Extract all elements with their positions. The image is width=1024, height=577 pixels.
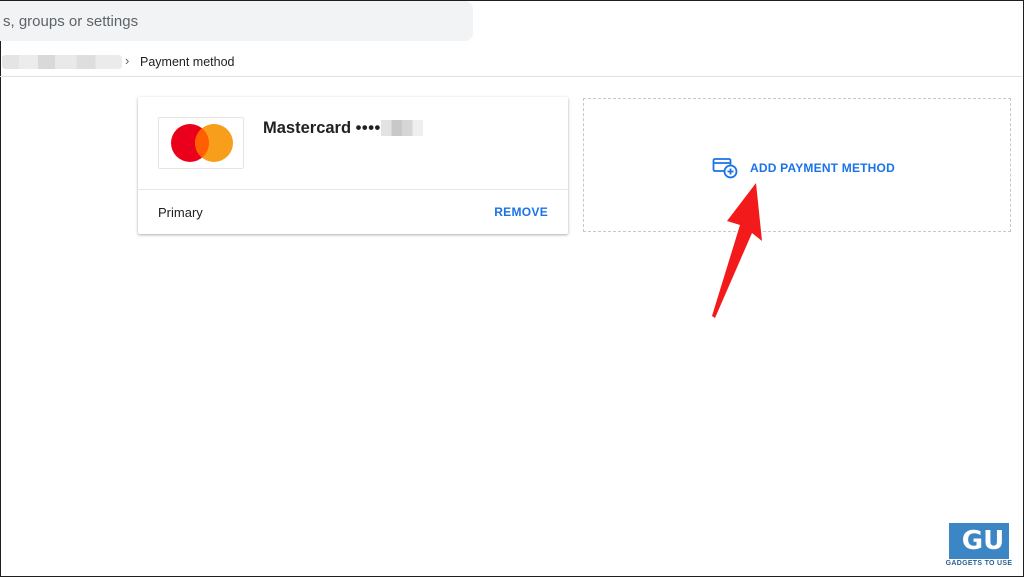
card-title: Mastercard •••• xyxy=(263,119,381,138)
mastercard-logo-icon xyxy=(158,117,244,169)
add-card-icon xyxy=(712,158,738,179)
watermark-glyph: GU xyxy=(961,526,1005,556)
header-divider xyxy=(0,76,1022,77)
card-digits-blurred xyxy=(381,120,423,136)
card-masked-number: •••• xyxy=(355,119,381,137)
breadcrumb: › Payment method xyxy=(0,52,400,72)
window-frame xyxy=(0,0,1024,577)
breadcrumb-parent-blurred[interactable] xyxy=(2,55,122,69)
card-divider xyxy=(138,189,568,190)
add-payment-label: ADD PAYMENT METHOD xyxy=(750,161,895,175)
card-status: Primary xyxy=(158,205,203,220)
breadcrumb-chevron-icon: › xyxy=(125,53,130,68)
remove-button[interactable]: REMOVE xyxy=(494,205,548,219)
watermark-box: GU xyxy=(949,523,1009,559)
search-placeholder: s, groups or settings xyxy=(3,13,139,30)
breadcrumb-current: Payment method xyxy=(140,55,235,69)
watermark-logo: GU GADGETS TO USE xyxy=(945,523,1013,571)
add-payment-method-button[interactable]: ADD PAYMENT METHOD xyxy=(583,98,1011,232)
watermark-text: GADGETS TO USE xyxy=(945,560,1013,567)
card-brand: Mastercard xyxy=(263,119,352,137)
payment-card: Mastercard •••• Primary REMOVE xyxy=(138,97,568,234)
search-bar[interactable]: s, groups or settings xyxy=(0,1,473,41)
red-arrow-annotation-icon xyxy=(712,183,762,318)
